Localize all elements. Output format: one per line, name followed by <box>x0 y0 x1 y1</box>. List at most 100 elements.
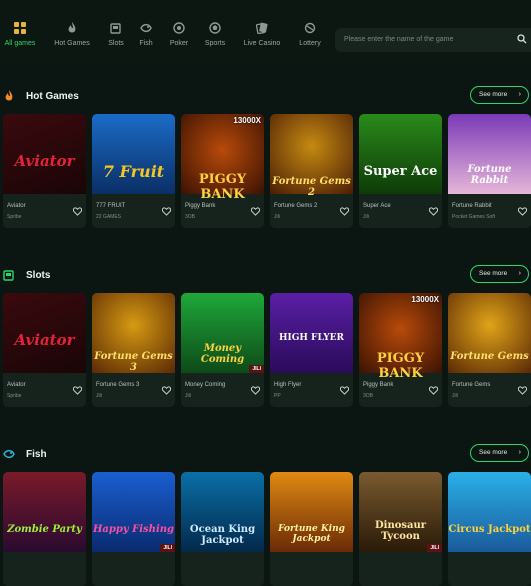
multiplier-badge: 13000X <box>411 295 439 304</box>
nav-all-games[interactable]: All games <box>0 22 45 47</box>
nav-label: Sports <box>204 40 226 47</box>
game-card-aviator[interactable]: Aviator Aviator Spribe <box>3 114 86 228</box>
flame-icon <box>68 22 76 33</box>
game-thumbnail: Money Coming JILI <box>181 293 264 373</box>
game-provider: Jili <box>274 214 280 220</box>
game-card-fortune-gems-2[interactable]: Fortune Gems 2 Fortune Gems 2 Jili <box>270 114 353 228</box>
game-card-money-coming[interactable]: Money Coming JILI Money Coming Jili <box>181 293 264 407</box>
slot-machine-icon <box>3 270 14 281</box>
game-card-aviator[interactable]: Aviator Aviator Spribe <box>3 293 86 407</box>
chevron-right-icon: › <box>518 91 521 98</box>
game-card-zombie-party[interactable]: Zombie Party <box>3 472 86 586</box>
game-art-title: Fortune Gems 2 <box>272 176 351 198</box>
game-card-dinosaur-tycoon[interactable]: Dinosaur Tycoon JILI <box>359 472 442 586</box>
game-card-fortune-rabbit[interactable]: Fortune Rabbit Fortune Rabbit Pocket Gam… <box>448 114 531 228</box>
nav-label: Live Casino <box>243 40 281 47</box>
game-name: 777 FRUIT <box>96 203 126 209</box>
game-art-title: Dinosaur Tycoon <box>374 520 427 542</box>
game-thumbnail: HIGH FLYER <box>270 293 353 373</box>
game-art-title: PIGGY BANK <box>198 172 247 202</box>
nav-hot-games[interactable]: Hot Games <box>47 22 97 47</box>
section-title: Fish <box>26 449 47 460</box>
search-input[interactable]: Please enter the name of the game <box>335 28 531 52</box>
provider-badge: JILI <box>160 544 175 552</box>
game-thumbnail: Fortune King Jackpot <box>270 472 353 552</box>
cards-icon <box>256 22 268 34</box>
nav-label: Lottery <box>299 40 321 47</box>
heart-icon[interactable] <box>162 386 171 395</box>
game-name: High Flyer <box>274 382 302 388</box>
nav-live-casino[interactable]: Live Casino <box>237 22 287 47</box>
nav-label: Poker <box>169 40 189 47</box>
flame-icon <box>5 90 13 101</box>
game-thumbnail: 13000X PIGGY BANK <box>181 114 264 202</box>
heart-icon[interactable] <box>429 207 438 216</box>
game-provider: Spribe <box>7 393 22 399</box>
see-more-button[interactable]: See more › <box>470 444 529 462</box>
game-art-title: Super Ace <box>363 164 438 179</box>
game-card-fortune-gems[interactable]: Fortune Gems Fortune Gems Jili <box>448 293 531 407</box>
see-more-label: See more <box>479 270 508 277</box>
game-provider: 3OB <box>363 393 374 399</box>
heart-icon[interactable] <box>429 386 438 395</box>
heart-icon[interactable] <box>251 207 260 216</box>
game-thumbnail: Ocean King Jackpot <box>181 472 264 552</box>
game-thumbnail: Fortune Gems <box>448 293 531 373</box>
game-provider: 22 GAMES <box>96 214 122 220</box>
heart-icon[interactable] <box>73 207 82 216</box>
game-card-fortune-gems-3[interactable]: Fortune Gems 3 Fortune Gems 3 Jili <box>92 293 175 407</box>
see-more-button[interactable]: See more › <box>470 265 529 283</box>
lottery-ball-icon <box>304 22 316 34</box>
game-thumbnail: Circus Jackpot <box>448 472 531 552</box>
heart-icon[interactable] <box>340 386 349 395</box>
heart-icon[interactable] <box>73 386 82 395</box>
game-thumbnail: Fortune Gems 2 <box>270 114 353 198</box>
game-art-title: Fortune Rabbit <box>467 164 512 186</box>
section-title: Slots <box>26 270 51 281</box>
game-name: Aviator <box>7 382 26 388</box>
heart-icon[interactable] <box>162 207 171 216</box>
search-placeholder: Please enter the name of the game <box>344 36 454 43</box>
game-card-777-fruit[interactable]: 7 Fruit 777 FRUIT 22 GAMES <box>92 114 175 228</box>
game-art-title: Money Coming <box>200 343 245 365</box>
heart-icon[interactable] <box>518 386 527 395</box>
game-art-title: Fortune Gems <box>450 351 529 362</box>
soccer-ball-icon <box>209 22 221 34</box>
game-art-title: Fortune King Jackpot <box>278 524 345 544</box>
nav-sports[interactable]: Sports <box>190 22 240 47</box>
nav-label: All games <box>4 40 36 47</box>
game-card-fortune-king-jackpot[interactable]: Fortune King Jackpot <box>270 472 353 586</box>
game-name: Aviator <box>7 203 26 209</box>
game-art-title: Happy Fishing <box>92 524 175 535</box>
game-card-high-flyer[interactable]: HIGH FLYER High Flyer PP <box>270 293 353 407</box>
grid-icon <box>14 22 26 34</box>
see-more-button[interactable]: See more › <box>470 86 529 104</box>
game-name: Fortune Gems 2 <box>274 203 318 209</box>
game-thumbnail: 13000X PIGGY BANK <box>359 293 442 381</box>
game-card-happy-fishing[interactable]: Happy Fishing JILI <box>92 472 175 586</box>
game-card-super-ace[interactable]: Super Ace Super Ace Jili <box>359 114 442 228</box>
heart-icon[interactable] <box>340 207 349 216</box>
game-name: Fortune Gems <box>452 382 491 388</box>
game-art-title: Ocean King Jackpot <box>189 524 256 546</box>
heart-icon[interactable] <box>251 386 260 395</box>
fish-icon <box>140 23 152 33</box>
section-header-slots: Slots See more › <box>0 265 531 287</box>
section-title: Hot Games <box>26 91 79 102</box>
heart-icon[interactable] <box>518 207 527 216</box>
game-card-ocean-king-jackpot[interactable]: Ocean King Jackpot <box>181 472 264 586</box>
game-thumbnail: 7 Fruit <box>92 114 175 194</box>
nav-lottery[interactable]: Lottery <box>285 22 335 47</box>
game-art-title: PIGGY BANK <box>376 351 425 381</box>
game-provider: Jili <box>96 393 102 399</box>
section-header-hot-games: Hot Games See more › <box>0 86 531 108</box>
game-provider: Jili <box>452 393 458 399</box>
nav-label: Hot Games <box>54 40 90 47</box>
game-card-circus-jackpot[interactable]: Circus Jackpot <box>448 472 531 586</box>
game-card-piggy-bank[interactable]: 13000X PIGGY BANK Piggy Bank 3OB <box>359 293 442 407</box>
game-card-piggy-bank[interactable]: 13000X PIGGY BANK Piggy Bank 3OB <box>181 114 264 228</box>
game-name: Fortune Rabbit <box>452 203 492 209</box>
search-icon[interactable] <box>517 34 527 44</box>
game-provider: 3OB <box>185 214 196 220</box>
game-thumbnail: Aviator <box>3 114 86 194</box>
